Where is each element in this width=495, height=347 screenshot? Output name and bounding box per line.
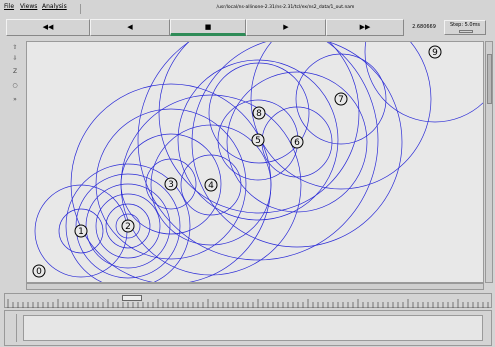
- node-label: 0: [36, 267, 42, 277]
- arrow-icon[interactable]: »: [9, 95, 21, 105]
- step-slider[interactable]: [459, 30, 473, 33]
- panel-handle[interactable]: [9, 314, 17, 342]
- vertical-scroll-thumb[interactable]: [487, 54, 492, 104]
- node-label: 9: [432, 48, 438, 58]
- play-button[interactable]: ▶: [246, 19, 326, 36]
- step-control[interactable]: Step: 5.0ms: [444, 20, 486, 35]
- time-display: 2.680669: [412, 24, 436, 30]
- menu-views[interactable]: Views: [20, 3, 37, 10]
- menu-file[interactable]: File: [4, 3, 14, 10]
- node-2[interactable]: 2: [121, 219, 135, 233]
- node-label: 6: [294, 138, 300, 148]
- timeline-slider[interactable]: [4, 293, 492, 308]
- timeline-thumb[interactable]: [122, 295, 142, 301]
- zoom-in-icon[interactable]: ⇧: [9, 43, 21, 53]
- node-label: 3: [168, 180, 174, 190]
- timeline-ticks: [7, 299, 489, 308]
- node-1[interactable]: 1: [74, 224, 88, 238]
- file-path-title: /usr/local/ns-allinone-2.31/ns-2.31/tcl/…: [80, 4, 490, 14]
- circle-icon[interactable]: ○: [9, 81, 21, 91]
- node-0[interactable]: 0: [32, 264, 46, 278]
- fast-forward-button[interactable]: ▶▶: [326, 19, 404, 36]
- zoom-out-icon[interactable]: ⇩: [9, 54, 21, 64]
- rewind-button[interactable]: ◀◀: [6, 19, 90, 36]
- transmission-wave: [137, 42, 379, 261]
- node-7[interactable]: 7: [334, 92, 348, 106]
- step-label: Step: 5.0ms: [449, 22, 481, 28]
- vertical-scrollbar[interactable]: [485, 41, 493, 283]
- node-label: 4: [208, 181, 214, 191]
- annotation-list[interactable]: [23, 315, 483, 341]
- horizontal-scrollbar[interactable]: [26, 283, 484, 290]
- stop-button[interactable]: ■: [170, 19, 246, 36]
- node-3[interactable]: 3: [164, 177, 178, 191]
- annotation-panel: [4, 310, 492, 346]
- zoom-fit-icon[interactable]: Z: [9, 67, 21, 77]
- node-label: 5: [255, 136, 261, 146]
- node-label: 7: [338, 95, 344, 105]
- playback-controls: ◀◀ ◀ ■ ▶ ▶▶ 2.680669 Step: 5.0ms: [0, 17, 495, 39]
- transmission-wave: [250, 42, 432, 190]
- nam-canvas[interactable]: 0 1 2 3 4 5 6 7 8 9: [26, 41, 484, 283]
- node-label: 8: [256, 109, 262, 119]
- menu-bar: File Views Analysis /usr/local/ns-allino…: [0, 0, 495, 15]
- node-label: 1: [78, 227, 84, 237]
- step-back-button[interactable]: ◀: [90, 19, 170, 36]
- network-animation: 0 1 2 3 4 5 6 7 8 9: [32, 42, 483, 282]
- menu-analysis[interactable]: Analysis: [42, 3, 67, 10]
- node-6[interactable]: 6: [290, 135, 304, 149]
- node-8[interactable]: 8: [252, 106, 266, 120]
- node-5[interactable]: 5: [251, 133, 265, 147]
- node-9[interactable]: 9: [428, 45, 442, 59]
- tool-column: ⇧ ⇩ Z ○ »: [9, 43, 23, 273]
- node-label: 2: [125, 222, 131, 232]
- node-4[interactable]: 4: [204, 178, 218, 192]
